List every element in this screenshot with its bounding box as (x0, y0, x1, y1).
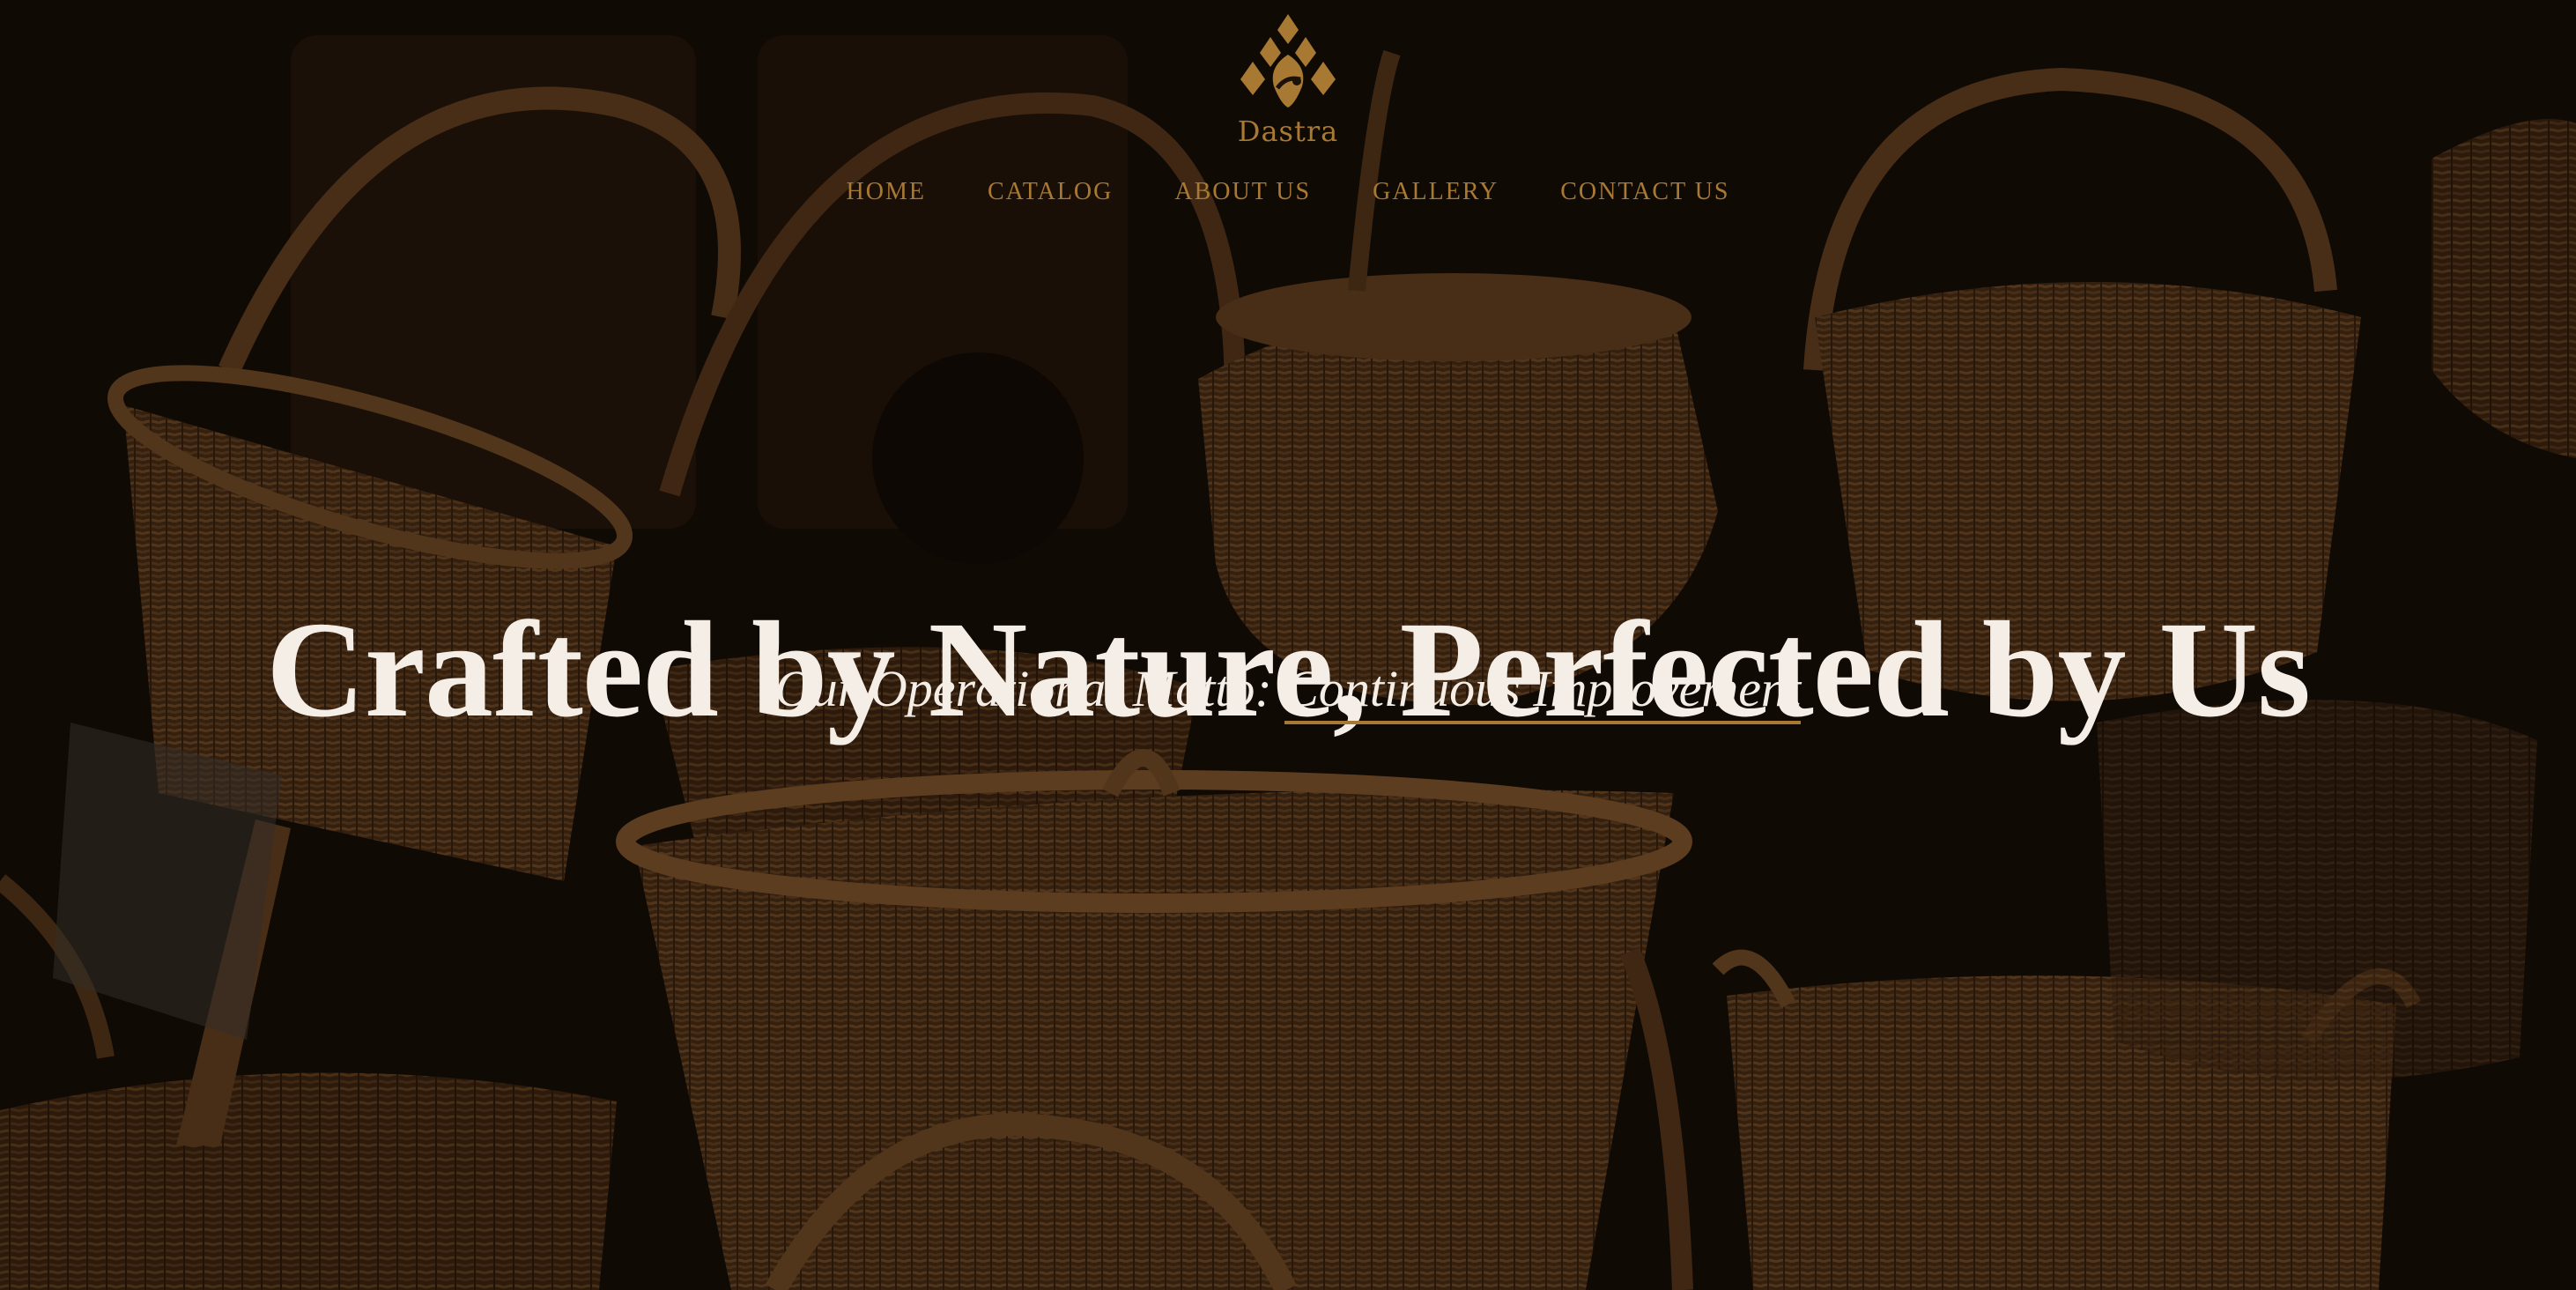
motto-prefix: Our Operational Motto: (774, 660, 1272, 717)
nav-item-home[interactable]: HOME (847, 178, 926, 206)
site-header: Dastra HOME CATALOG ABOUT US GALLERY CON… (0, 0, 2576, 229)
motto-highlight: Continuous Improvement (1284, 660, 1802, 724)
nav-item-contact-us[interactable]: CONTACT US (1560, 178, 1729, 206)
hero-section: Dastra HOME CATALOG ABOUT US GALLERY CON… (0, 0, 2576, 1290)
hero-motto: Our Operational Motto: Continuous Improv… (0, 659, 2576, 724)
nav-item-about-us[interactable]: ABOUT US (1174, 178, 1311, 206)
nav-item-catalog[interactable]: CATALOG (988, 178, 1113, 206)
main-nav: HOME CATALOG ABOUT US GALLERY CONTACT US (0, 178, 2576, 206)
nav-item-gallery[interactable]: GALLERY (1373, 178, 1499, 206)
basket-drop-logo-icon[interactable] (1235, 12, 1341, 109)
brand-name[interactable]: Dastra (1200, 115, 1376, 148)
